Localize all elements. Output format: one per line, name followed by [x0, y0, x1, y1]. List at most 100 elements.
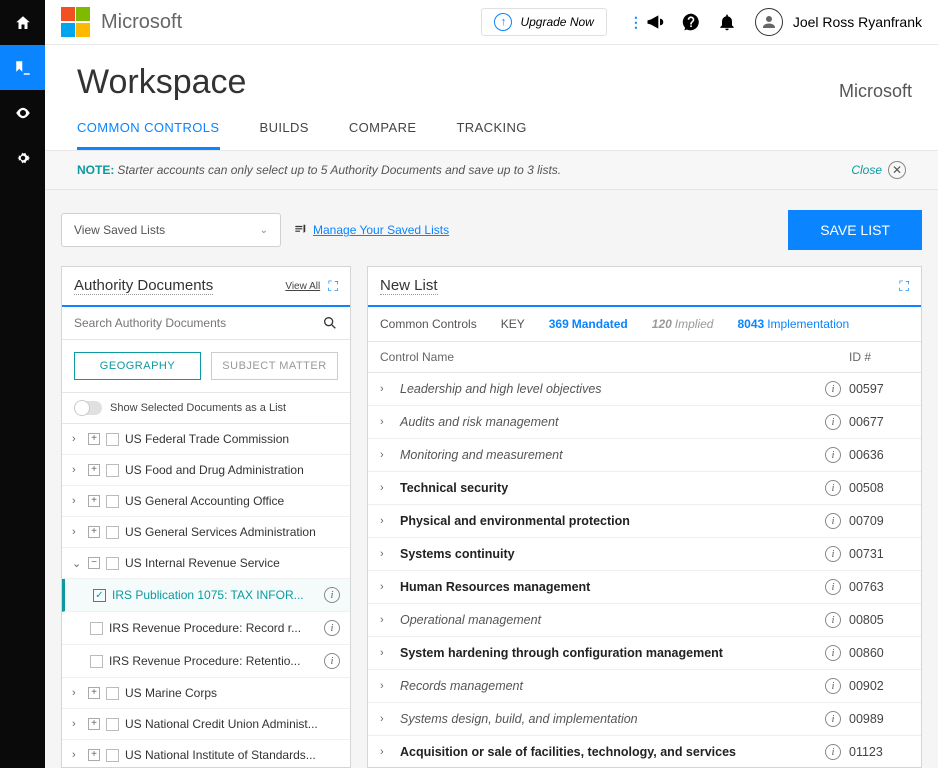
- info-icon[interactable]: i: [324, 620, 340, 636]
- control-name: Systems design, build, and implementatio…: [400, 712, 825, 726]
- control-row[interactable]: › Technical security i 00508: [368, 472, 921, 505]
- view-saved-dropdown[interactable]: View Saved Lists ⌄: [61, 213, 281, 247]
- tree-document[interactable]: ✓ IRS Publication 1075: TAX INFOR... i: [62, 579, 350, 612]
- expand-box-icon[interactable]: +: [88, 718, 100, 730]
- checkbox[interactable]: [106, 749, 119, 762]
- tree-folder[interactable]: › + US National Credit Union Administ...: [62, 709, 350, 740]
- nav-settings[interactable]: [0, 135, 45, 180]
- control-row[interactable]: › Acquisition or sale of facilities, tec…: [368, 736, 921, 767]
- filter-subject[interactable]: SUBJECT MATTER: [211, 352, 338, 380]
- control-row[interactable]: › System hardening through configuration…: [368, 637, 921, 670]
- control-row[interactable]: › Human Resources management i 00763: [368, 571, 921, 604]
- info-icon[interactable]: i: [825, 414, 841, 430]
- announcements-button[interactable]: ⋮: [629, 12, 665, 32]
- nav-home[interactable]: [0, 0, 45, 45]
- authority-search-input[interactable]: [74, 316, 322, 330]
- view-all-link[interactable]: View All: [285, 281, 320, 292]
- filter-geography[interactable]: GEOGRAPHY: [74, 352, 201, 380]
- info-icon[interactable]: i: [825, 546, 841, 562]
- tree-document[interactable]: IRS Revenue Procedure: Record r... i: [62, 612, 350, 645]
- tree-label: US National Institute of Standards...: [125, 748, 340, 762]
- tab-common-controls[interactable]: COMMON CONTROLS: [77, 120, 220, 150]
- info-icon[interactable]: i: [825, 480, 841, 496]
- list-icon: [293, 223, 307, 237]
- manage-link[interactable]: Manage Your Saved Lists: [313, 223, 449, 237]
- upgrade-button[interactable]: ↑ Upgrade Now: [481, 8, 606, 36]
- search-icon[interactable]: [322, 315, 338, 331]
- note-close-button[interactable]: Close ✕: [851, 161, 906, 179]
- tab-compare[interactable]: COMPARE: [349, 120, 417, 150]
- control-name: Human Resources management: [400, 580, 825, 594]
- expand-box-icon[interactable]: +: [88, 687, 100, 699]
- expand-box-icon[interactable]: +: [88, 464, 100, 476]
- checkbox[interactable]: [106, 464, 119, 477]
- control-name: Acquisition or sale of facilities, techn…: [400, 745, 825, 759]
- control-row[interactable]: › Systems continuity i 00731: [368, 538, 921, 571]
- info-icon[interactable]: i: [825, 612, 841, 628]
- checkbox[interactable]: [106, 433, 119, 446]
- help-button[interactable]: [681, 12, 701, 32]
- expand-icon[interactable]: ⛶: [899, 278, 909, 295]
- tab-tracking[interactable]: TRACKING: [456, 120, 526, 150]
- expand-box-icon[interactable]: +: [88, 526, 100, 538]
- expand-box-icon[interactable]: +: [88, 495, 100, 507]
- nav-view[interactable]: [0, 90, 45, 135]
- info-icon[interactable]: i: [825, 744, 841, 760]
- control-row[interactable]: › Records management i 00902: [368, 670, 921, 703]
- checkbox[interactable]: [106, 687, 119, 700]
- stat-mandated: 369Mandated: [549, 317, 628, 331]
- info-icon[interactable]: i: [825, 381, 841, 397]
- nav-workspace[interactable]: [0, 45, 45, 90]
- tree-document[interactable]: IRS Revenue Procedure: Retentio... i: [62, 645, 350, 678]
- checkbox[interactable]: [106, 718, 119, 731]
- tree-folder[interactable]: › + US General Accounting Office: [62, 486, 350, 517]
- control-row[interactable]: › Audits and risk management i 00677: [368, 406, 921, 439]
- authority-panel: Authority Documents View All ⛶ GEOGRAPHY…: [61, 266, 351, 768]
- checkbox[interactable]: [106, 526, 119, 539]
- chevron-down-icon: ⌄: [260, 225, 268, 236]
- control-row[interactable]: › Monitoring and measurement i 00636: [368, 439, 921, 472]
- tree-label: IRS Publication 1075: TAX INFOR...: [112, 588, 318, 602]
- checkbox[interactable]: [106, 557, 119, 570]
- tree-folder[interactable]: ⌄ − US Internal Revenue Service: [62, 548, 350, 579]
- control-row[interactable]: › Operational management i 00805: [368, 604, 921, 637]
- tab-builds[interactable]: BUILDS: [260, 120, 309, 150]
- info-icon[interactable]: i: [324, 587, 340, 603]
- checkbox[interactable]: [106, 495, 119, 508]
- expand-icon[interactable]: ⛶: [328, 278, 338, 295]
- info-icon[interactable]: i: [825, 447, 841, 463]
- control-row[interactable]: › Systems design, build, and implementat…: [368, 703, 921, 736]
- info-icon[interactable]: i: [825, 711, 841, 727]
- info-icon[interactable]: i: [324, 653, 340, 669]
- info-icon[interactable]: i: [825, 513, 841, 529]
- notifications-button[interactable]: [717, 12, 737, 32]
- tree-folder[interactable]: › + US General Services Administration: [62, 517, 350, 548]
- chevron-icon: ›: [72, 495, 82, 507]
- tabs: COMMON CONTROLS BUILDS COMPARE TRACKING: [45, 102, 938, 151]
- show-selected-toggle[interactable]: [74, 401, 102, 415]
- user-menu[interactable]: Joel Ross Ryanfrank: [755, 8, 922, 36]
- checkbox[interactable]: [90, 622, 103, 635]
- control-id: 00860: [849, 646, 909, 660]
- expand-box-icon[interactable]: −: [88, 557, 100, 569]
- control-list[interactable]: › Leadership and high level objectives i…: [368, 373, 921, 767]
- tree-folder[interactable]: › + US Federal Trade Commission: [62, 424, 350, 455]
- info-icon[interactable]: i: [825, 678, 841, 694]
- chevron-right-icon: ›: [380, 680, 394, 692]
- info-icon[interactable]: i: [825, 645, 841, 661]
- tree-folder[interactable]: › + US Food and Drug Administration: [62, 455, 350, 486]
- checkbox[interactable]: [90, 655, 103, 668]
- page-header: Workspace Microsoft: [45, 45, 938, 102]
- control-row[interactable]: › Physical and environmental protection …: [368, 505, 921, 538]
- tree-folder[interactable]: › + US National Institute of Standards..…: [62, 740, 350, 767]
- tree-label: US Internal Revenue Service: [125, 556, 340, 570]
- checkbox[interactable]: ✓: [93, 589, 106, 602]
- main-area: Microsoft ↑ Upgrade Now ⋮ Joel Ross Ryan…: [45, 0, 938, 768]
- info-icon[interactable]: i: [825, 579, 841, 595]
- expand-box-icon[interactable]: +: [88, 749, 100, 761]
- authority-tree[interactable]: › + US Federal Trade Commission› + US Fo…: [62, 424, 350, 767]
- save-list-button[interactable]: SAVE LIST: [788, 210, 922, 250]
- tree-folder[interactable]: › + US Marine Corps: [62, 678, 350, 709]
- control-row[interactable]: › Leadership and high level objectives i…: [368, 373, 921, 406]
- expand-box-icon[interactable]: +: [88, 433, 100, 445]
